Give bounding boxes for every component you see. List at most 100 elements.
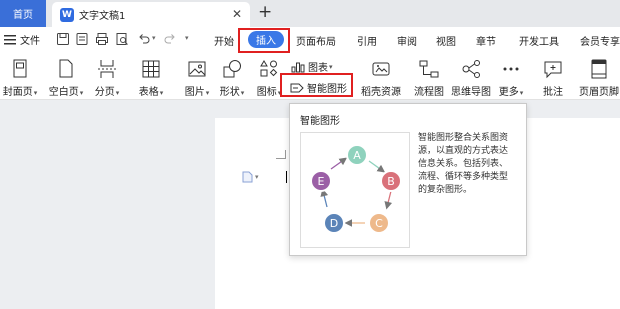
document-icon xyxy=(242,171,253,183)
print-preview-icon[interactable] xyxy=(115,32,129,46)
new-tab-icon[interactable]: + xyxy=(258,2,272,22)
more-icon xyxy=(503,67,519,71)
hamburger-icon xyxy=(4,34,16,44)
tab-document[interactable]: W 文字文稿1 ✕ xyxy=(52,2,250,27)
cover-page-icon xyxy=(13,59,27,78)
margin-corner-mark-horizontal xyxy=(276,158,286,159)
shape-label: 形状▾ xyxy=(219,87,245,98)
smartart-icon xyxy=(290,83,304,92)
redo-icon[interactable] xyxy=(163,32,177,46)
cycle-node-e: E xyxy=(310,170,332,192)
tooltip-desc-line: 的复杂图形。 xyxy=(418,185,473,195)
file-menu-button[interactable]: 文件 xyxy=(4,32,40,47)
cycle-node-d: D xyxy=(323,212,345,234)
close-tab-icon[interactable]: ✕ xyxy=(232,7,242,21)
text-cursor xyxy=(286,171,287,183)
flowchart-button[interactable]: 流程图 xyxy=(411,58,447,98)
stock-resource-label: 稻壳资源 xyxy=(361,87,401,98)
cycle-diagram-preview: A B C D E xyxy=(300,132,410,248)
picture-icon xyxy=(188,61,206,77)
tooltip-desc-line: 信息关系。包括列表、 xyxy=(418,159,509,169)
tab-member[interactable]: 会员专享 xyxy=(580,33,620,48)
smartart-button[interactable]: 智能图形 xyxy=(290,80,347,95)
page-break-button[interactable]: 分页▾ xyxy=(90,58,124,98)
more-button[interactable]: 更多▾ xyxy=(496,58,526,98)
paragraph-menu-icon[interactable]: ▾ xyxy=(242,171,259,183)
tab-review[interactable]: 审阅 xyxy=(397,33,417,48)
header-footer-button[interactable]: 页眉页脚 xyxy=(578,58,620,98)
comment-label: 批注 xyxy=(543,87,563,98)
page-break-icon xyxy=(98,60,116,78)
flowchart-label: 流程图 xyxy=(414,87,444,98)
comment-button[interactable]: 批注 xyxy=(538,58,568,98)
cover-page-label: 封面页▾ xyxy=(2,87,38,98)
svg-text:E: E xyxy=(318,175,325,188)
icon-button[interactable]: 图标▾ xyxy=(252,58,286,98)
svg-text:C: C xyxy=(375,217,383,230)
save-icon[interactable] xyxy=(56,32,70,46)
blank-page-label: 空白页▾ xyxy=(48,87,84,98)
blank-page-button[interactable]: 空白页▾ xyxy=(46,58,86,98)
paragraph-dropdown-icon: ▾ xyxy=(255,173,259,181)
mindmap-button[interactable]: 思维导图 xyxy=(449,58,493,98)
wps-writer-icon: W xyxy=(60,7,74,22)
quick-access-dropdown-icon[interactable]: ▾ xyxy=(185,34,189,42)
mindmap-icon xyxy=(462,60,480,78)
print-icon[interactable] xyxy=(95,32,109,46)
flowchart-icon xyxy=(419,60,439,78)
tab-chapter[interactable]: 章节 xyxy=(476,33,496,48)
header-footer-icon xyxy=(591,59,607,79)
file-menu-label: 文件 xyxy=(20,36,40,47)
more-label: 更多▾ xyxy=(498,87,524,98)
cycle-node-c: C xyxy=(368,212,390,234)
svg-text:D: D xyxy=(330,217,338,230)
cycle-node-a: A xyxy=(346,144,368,166)
svg-text:B: B xyxy=(387,175,395,188)
tab-start[interactable]: 开始 xyxy=(214,33,234,48)
tooltip-description: 智能图形整合关系图资 源，以直观的方式表达 信息关系。包括列表、 流程、循环等多… xyxy=(418,132,522,197)
tooltip-desc-line: 源，以直观的方式表达 xyxy=(418,146,509,156)
icon-library-icon xyxy=(260,60,278,77)
cover-page-button[interactable]: 封面页▾ xyxy=(0,58,40,98)
page-break-label: 分页▾ xyxy=(94,87,120,98)
tooltip-desc-line: 智能图形整合关系图资 xyxy=(418,133,509,143)
insert-toolbar: 封面页▾ 空白页▾ 分页▾ 表格▾ 图片▾ 形状▾ 图标▾ 图表 ▾ 智能图形 稻… xyxy=(0,53,620,100)
tab-home[interactable]: 首页 xyxy=(0,0,46,27)
picture-button[interactable]: 图片▾ xyxy=(180,58,214,98)
tab-document-title: 文字文稿1 xyxy=(79,11,126,22)
menu-bar: 文件 ▾ ▾ 开始 插入 页面布局 引用 审阅 视图 章节 开发工具 会员专享 xyxy=(0,27,620,53)
smartart-tooltip: 智能图形 A B C D E 智能图形整合关系图资 源，以直观的方式表达 信息关… xyxy=(289,103,527,256)
picture-label: 图片▾ xyxy=(184,87,210,98)
tab-bar: 首页 W 文字文稿1 ✕ + xyxy=(0,0,620,27)
tab-insert-label: 插入 xyxy=(256,36,276,47)
stock-resource-icon xyxy=(372,62,390,76)
export-pdf-icon[interactable] xyxy=(75,32,89,46)
tab-home-label: 首页 xyxy=(13,10,33,21)
tooltip-title: 智能图形 xyxy=(300,116,340,127)
tab-developer[interactable]: 开发工具 xyxy=(519,33,559,48)
header-footer-label: 页眉页脚 xyxy=(579,87,619,98)
blank-page-icon xyxy=(59,59,73,78)
cycle-node-b: B xyxy=(380,170,402,192)
tooltip-desc-line: 流程、循环等多种类型 xyxy=(418,172,509,182)
tab-references[interactable]: 引用 xyxy=(357,33,377,48)
table-icon xyxy=(142,60,160,78)
shape-button[interactable]: 形状▾ xyxy=(215,58,249,98)
chart-label: 图表 xyxy=(308,63,328,74)
svg-text:A: A xyxy=(353,149,361,162)
icon-label: 图标▾ xyxy=(256,87,282,98)
tab-page-layout[interactable]: 页面布局 xyxy=(296,33,336,48)
mindmap-label: 思维导图 xyxy=(451,87,491,98)
chart-button[interactable]: 图表 ▾ xyxy=(291,59,333,74)
chart-icon xyxy=(291,62,305,72)
table-label: 表格▾ xyxy=(138,87,164,98)
undo-icon[interactable] xyxy=(137,32,151,46)
undo-dropdown-icon[interactable]: ▾ xyxy=(152,34,156,42)
tab-view[interactable]: 视图 xyxy=(436,33,456,48)
tab-insert[interactable]: 插入 xyxy=(248,31,284,48)
smartart-label: 智能图形 xyxy=(307,84,347,95)
table-button[interactable]: 表格▾ xyxy=(134,58,168,98)
shape-icon xyxy=(223,60,241,78)
stock-resource-button[interactable]: 稻壳资源 xyxy=(358,58,404,98)
comment-icon xyxy=(544,61,562,79)
